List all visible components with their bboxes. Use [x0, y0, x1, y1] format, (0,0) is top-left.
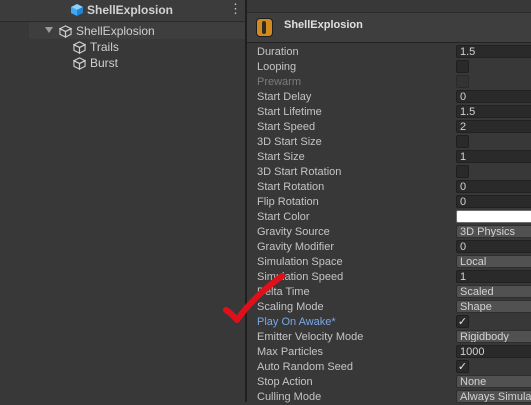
component-title: ShellExplosion	[284, 19, 363, 31]
hierarchy-item-label: ShellExplosion	[76, 24, 155, 38]
property-label: Emitter Velocity Mode	[257, 331, 364, 343]
particle-system-header[interactable]: ShellExplosion	[247, 12, 531, 43]
start-rotation-field[interactable]: 0	[456, 180, 531, 193]
culling-mode-dropdown[interactable]: Always Simulate	[456, 390, 531, 403]
property-row-simulation-speed: Simulation Speed 1	[257, 270, 531, 285]
gravity-modifier-field[interactable]: 0	[456, 240, 531, 253]
prefab-cube-icon	[71, 4, 83, 16]
particle-system-icon	[256, 18, 273, 37]
gameobject-cube-icon	[73, 41, 86, 54]
start-lifetime-field[interactable]: 1.5	[456, 105, 531, 118]
property-row-duration: Duration 1.5	[257, 45, 531, 60]
property-label: Looping	[257, 61, 297, 73]
looping-checkbox[interactable]	[456, 60, 469, 73]
property-label: 3D Start Size	[257, 136, 322, 148]
property-label: Start Size	[257, 151, 305, 163]
start-speed-field[interactable]: 2	[456, 120, 531, 133]
property-row-start-speed: Start Speed 2	[257, 120, 531, 135]
simulation-space-dropdown[interactable]: Local	[456, 255, 531, 268]
auto-random-seed-checkbox[interactable]: ✓	[456, 360, 469, 373]
property-row-stop-action: Stop Action None	[257, 375, 531, 390]
property-row-start-rotation: Start Rotation 0	[257, 180, 531, 195]
property-row-culling-mode: Culling Mode Always Simulate	[257, 390, 531, 405]
property-row-auto-random-seed: Auto Random Seed ✓	[257, 360, 531, 375]
3d-start-size-checkbox[interactable]	[456, 135, 469, 148]
property-row-start-color: Start Color	[257, 210, 531, 225]
property-row-gravity-modifier: Gravity Modifier 0	[257, 240, 531, 255]
property-label: Start Lifetime	[257, 106, 322, 118]
start-size-field[interactable]: 1	[456, 150, 531, 163]
property-label: Gravity Source	[257, 226, 330, 238]
inspector-panel: ShellExplosion Duration 1.5 Looping Prewarm…	[247, 0, 531, 405]
hierarchy-item-trails[interactable]: Trails	[73, 39, 223, 55]
hierarchy-item-burst[interactable]: Burst	[73, 55, 223, 71]
play-on-awake-checkbox[interactable]: ✓	[456, 315, 469, 328]
stop-action-dropdown[interactable]: None	[456, 375, 531, 388]
property-row-play-on-awake: Play On Awake* ✓	[257, 315, 531, 330]
property-row-flip-rotation: Flip Rotation 0	[257, 195, 531, 210]
property-label: 3D Start Rotation	[257, 166, 342, 178]
property-row-start-lifetime: Start Lifetime 1.5	[257, 105, 531, 120]
hierarchy-item-label: Burst	[90, 56, 119, 70]
property-row-prewarm: Prewarm	[257, 75, 531, 90]
flip-rotation-field[interactable]: 0	[456, 195, 531, 208]
property-row-start-size: Start Size 1	[257, 150, 531, 165]
emitter-velocity-mode-dropdown[interactable]: Rigidbody	[456, 330, 531, 343]
gameobject-cube-icon	[73, 57, 86, 70]
property-row-3d-start-size: 3D Start Size	[257, 135, 531, 150]
property-label: Start Color	[257, 211, 310, 223]
property-label: Stop Action	[257, 376, 313, 388]
property-row-simulation-space: Simulation Space Local	[257, 255, 531, 270]
property-label: Culling Mode	[257, 391, 322, 403]
3d-start-rotation-checkbox[interactable]	[456, 165, 469, 178]
foldout-arrow-icon[interactable]	[45, 27, 53, 33]
property-label: Prewarm	[257, 76, 302, 88]
hierarchy-item-label: Trails	[90, 40, 119, 54]
hierarchy-menu-icon[interactable]: ⋮	[229, 2, 242, 15]
gravity-source-dropdown[interactable]: 3D Physics	[456, 225, 531, 238]
property-label: Auto Random Seed	[257, 361, 354, 373]
property-row-start-delay: Start Delay 0	[257, 90, 531, 105]
red-checkmark-icon	[223, 273, 285, 323]
gameobject-cube-icon	[59, 25, 72, 38]
property-row-emitter-velocity-mode: Emitter Velocity Mode Rigidbody	[257, 330, 531, 345]
property-row-looping: Looping	[257, 60, 531, 75]
property-row-3d-start-rotation: 3D Start Rotation	[257, 165, 531, 180]
property-row-delta-time: Delta Time Scaled	[257, 285, 531, 300]
start-color-color-field[interactable]	[456, 210, 531, 223]
property-label: Flip Rotation	[257, 196, 319, 208]
property-label: Start Speed	[257, 121, 316, 133]
hierarchy-root-label[interactable]: ShellExplosion	[87, 3, 173, 17]
hierarchy-item-shellexplosion[interactable]: ShellExplosion	[59, 23, 245, 39]
scaling-mode-dropdown[interactable]: Shape	[456, 300, 531, 313]
property-label: Start Rotation	[257, 181, 325, 193]
start-delay-field[interactable]: 0	[456, 90, 531, 103]
hierarchy-header: ShellExplosion ⋮	[0, 0, 245, 22]
property-row-scaling-mode: Scaling Mode Shape	[257, 300, 531, 315]
simulation-speed-field[interactable]: 1	[456, 270, 531, 283]
property-row-max-particles: Max Particles 1000	[257, 345, 531, 360]
delta-time-dropdown[interactable]: Scaled	[456, 285, 531, 298]
duration-field[interactable]: 1.5	[456, 45, 531, 58]
property-label: Simulation Space	[257, 256, 343, 268]
property-row-gravity-source: Gravity Source 3D Physics	[257, 225, 531, 240]
property-label: Start Delay	[257, 91, 312, 103]
prewarm-checkbox	[456, 75, 469, 88]
max-particles-field[interactable]: 1000	[456, 345, 531, 358]
property-label: Max Particles	[257, 346, 324, 358]
hierarchy-panel: ShellExplosion ⋮ ShellExplosion Trails B…	[0, 0, 245, 402]
property-label: Gravity Modifier	[257, 241, 335, 253]
property-label: Duration	[257, 46, 299, 58]
